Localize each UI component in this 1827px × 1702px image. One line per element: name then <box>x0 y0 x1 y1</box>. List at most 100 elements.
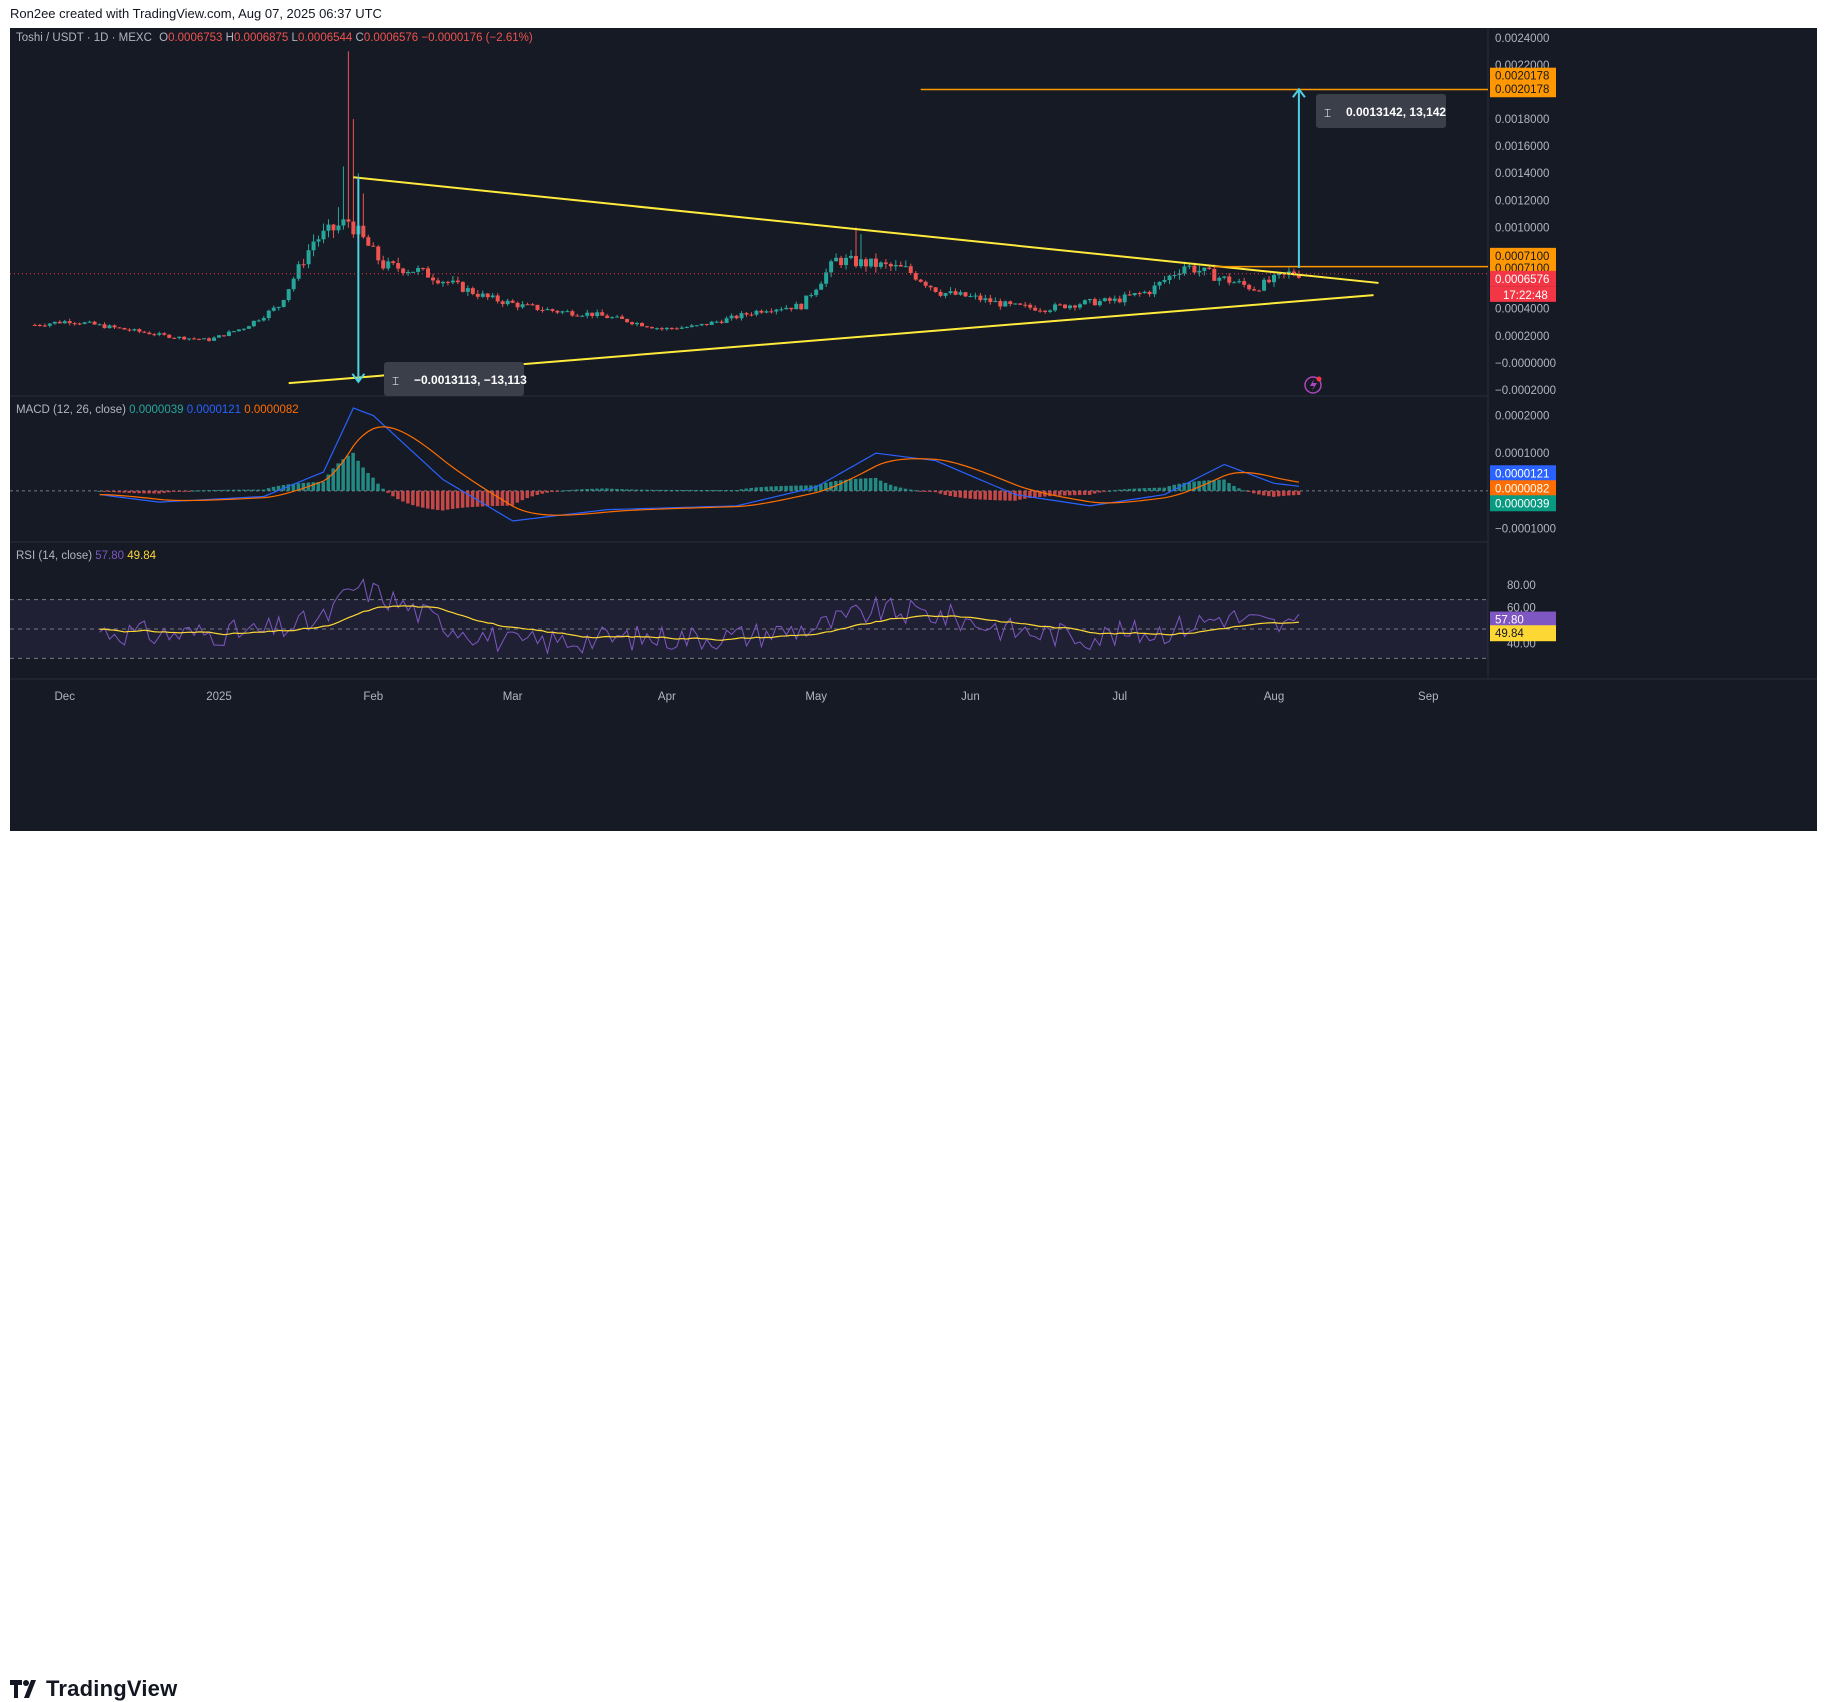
overlays[interactable]: 0.0013142, 13,142 ⌶ −0.0013113, −13,113 ⌶ <box>10 87 1488 396</box>
macd-hist-bar <box>630 489 634 491</box>
macd-hist-bar <box>654 489 659 491</box>
macd-hist-bar <box>714 490 719 492</box>
candle-body <box>406 271 411 274</box>
candle-body <box>266 310 271 319</box>
macd-hist-bar <box>197 490 201 492</box>
macd-hist-bar <box>1132 488 1137 491</box>
candle-body <box>1028 304 1033 308</box>
candle-body <box>799 303 804 310</box>
candle-body <box>998 300 1003 307</box>
tradingview-logo[interactable]: TradingView <box>10 1676 177 1702</box>
macd-hist-bar <box>640 489 644 491</box>
macd-hist-bar <box>1227 483 1231 491</box>
close-label: C <box>355 32 364 44</box>
candle-body <box>769 311 774 313</box>
candle-body <box>903 266 908 268</box>
macd-hist-bar <box>1242 490 1246 492</box>
measure-up-label: 0.0013142, 13,142 ⌶ <box>1316 94 1446 128</box>
macd-hist-bar <box>1058 490 1062 496</box>
candle-body <box>898 264 903 267</box>
candle-body <box>580 315 585 317</box>
chart-frame[interactable]: 0.0024000 0.0022000 0.0018000 0.0016000 0.00… <box>10 28 1817 831</box>
candle-body <box>565 311 570 313</box>
candle-body <box>212 337 217 341</box>
candle-body <box>435 280 440 284</box>
macd-hist-bar <box>789 485 793 491</box>
candle-body <box>814 289 819 296</box>
candle-body <box>804 295 809 310</box>
macd-hist-bar <box>1296 490 1301 495</box>
macd-hist-bar <box>1262 490 1266 496</box>
candle-body <box>749 314 754 316</box>
macd-hist-bar <box>893 486 898 491</box>
macd-hist-bar <box>684 490 689 492</box>
macd-hist-bar <box>430 490 435 510</box>
candle-body <box>231 331 236 333</box>
candle-body <box>729 315 734 319</box>
symbol-legend[interactable]: Toshi / USDT · 1D · MEXC O0.0006753 H0.0… <box>16 32 533 44</box>
candle-body <box>37 324 42 326</box>
credit-bar: Ron2ee created with TradingView.com, Aug… <box>0 0 1827 28</box>
candle-body <box>555 310 560 313</box>
time-tick-label: Dec <box>55 691 76 703</box>
time-tick-label: Aug <box>1264 691 1284 703</box>
candle-body <box>1132 293 1137 296</box>
candle-body <box>1157 281 1162 286</box>
candle-body <box>336 225 341 231</box>
candle-body <box>819 283 824 290</box>
macd-hist-bar <box>694 490 699 492</box>
candle-body <box>943 293 948 296</box>
candle-body <box>455 280 460 283</box>
candle-body <box>241 328 246 330</box>
candle-body <box>978 295 983 301</box>
candle-body <box>1058 304 1063 306</box>
candle-body <box>689 325 694 328</box>
macd-hist-bar <box>749 487 753 491</box>
rsi-legend[interactable]: RSI (14, close) 57.80 49.84 <box>16 550 156 562</box>
chart-svg[interactable]: 0.00240000.00220000.00180000.00160000.00… <box>10 28 1817 831</box>
candle-body <box>968 295 973 297</box>
macd-hist-bar <box>858 478 863 491</box>
candle-body <box>52 321 57 324</box>
candle-body <box>306 250 311 265</box>
candle-body <box>505 300 510 305</box>
macd-hist-bar <box>137 490 141 494</box>
macd-hist-bar <box>540 490 544 494</box>
macd-hist-bar <box>590 488 594 491</box>
candle-body <box>1122 294 1127 303</box>
macd-hist-bar <box>664 489 669 491</box>
macd-hist-bar <box>550 490 554 492</box>
macd-hist-bar <box>853 478 858 491</box>
candle-body <box>1202 267 1207 271</box>
macd-hist-bar <box>839 480 843 491</box>
candle-body <box>346 219 351 222</box>
candle-body <box>560 311 565 313</box>
candle-body <box>839 257 844 266</box>
candle-body <box>276 306 281 308</box>
candle-body <box>182 336 187 340</box>
candle-body <box>361 225 366 238</box>
macd-hist-bar <box>366 473 370 491</box>
macd-hist-bar <box>1252 490 1256 494</box>
macd-pane[interactable] <box>10 407 1488 522</box>
candle-body <box>545 309 550 311</box>
price-pane[interactable] <box>32 51 1301 342</box>
time-tick-label: Sep <box>1418 691 1438 703</box>
candle-body <box>739 313 744 319</box>
candle-body <box>426 268 431 278</box>
macd-hist-bar <box>704 490 709 492</box>
macd-hist-bar <box>162 490 166 493</box>
candle-body <box>396 263 401 269</box>
candle-body <box>709 321 714 325</box>
macd-legend[interactable]: MACD (12, 26, close) 0.0000039 0.0000121… <box>16 404 299 416</box>
candle-body <box>1082 300 1087 305</box>
macd-hist-bar <box>346 455 350 491</box>
candle-body <box>401 268 406 274</box>
macd-hist-bar <box>610 488 614 491</box>
candle-body <box>221 335 226 337</box>
candle-body <box>883 262 888 264</box>
rsi-pane[interactable] <box>10 578 1488 659</box>
macd-hist-bar <box>1167 486 1172 491</box>
candle-body <box>530 304 535 306</box>
macd-badge-1: 0.0000082 <box>1495 483 1549 495</box>
